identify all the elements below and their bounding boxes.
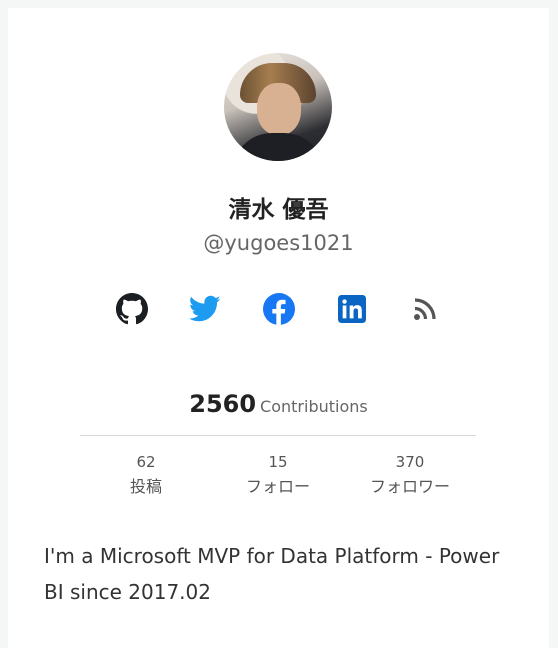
github-icon[interactable] [116,293,148,325]
stat-value: 370 [395,453,425,471]
stats-row: 62 投稿 15 フォロー 370 フォロワー [80,452,476,500]
linkedin-icon[interactable] [336,293,368,325]
profile-name: 清水 優吾 [228,197,329,223]
stat-value: 62 [136,453,156,471]
stat-value: 15 [268,453,288,471]
profile-bio: I'm a Microsoft MVP for Data Platform - … [44,544,500,604]
divider [80,435,476,436]
rss-icon[interactable] [409,293,441,325]
contributions-label: Contributions [260,397,368,416]
profile-card: 清水 優吾 @yugoes1021 2560 Contributions 62 投… [8,8,549,648]
avatar[interactable] [224,53,332,161]
avatar-face [257,83,301,135]
contributions: 2560 Contributions [8,390,549,418]
stat-following[interactable]: 15 フォロー [212,452,344,500]
contributions-count: 2560 [189,390,257,418]
facebook-icon[interactable] [262,293,295,325]
twitter-icon[interactable] [189,293,221,325]
social-links [116,293,441,325]
stat-label: フォロー [245,477,310,496]
stat-posts[interactable]: 62 投稿 [80,452,212,500]
avatar-body [232,133,324,161]
stat-label: 投稿 [129,477,162,496]
profile-handle: @yugoes1021 [203,231,354,255]
stat-label: フォロワー [369,477,450,496]
stat-followers[interactable]: 370 フォロワー [344,452,476,500]
